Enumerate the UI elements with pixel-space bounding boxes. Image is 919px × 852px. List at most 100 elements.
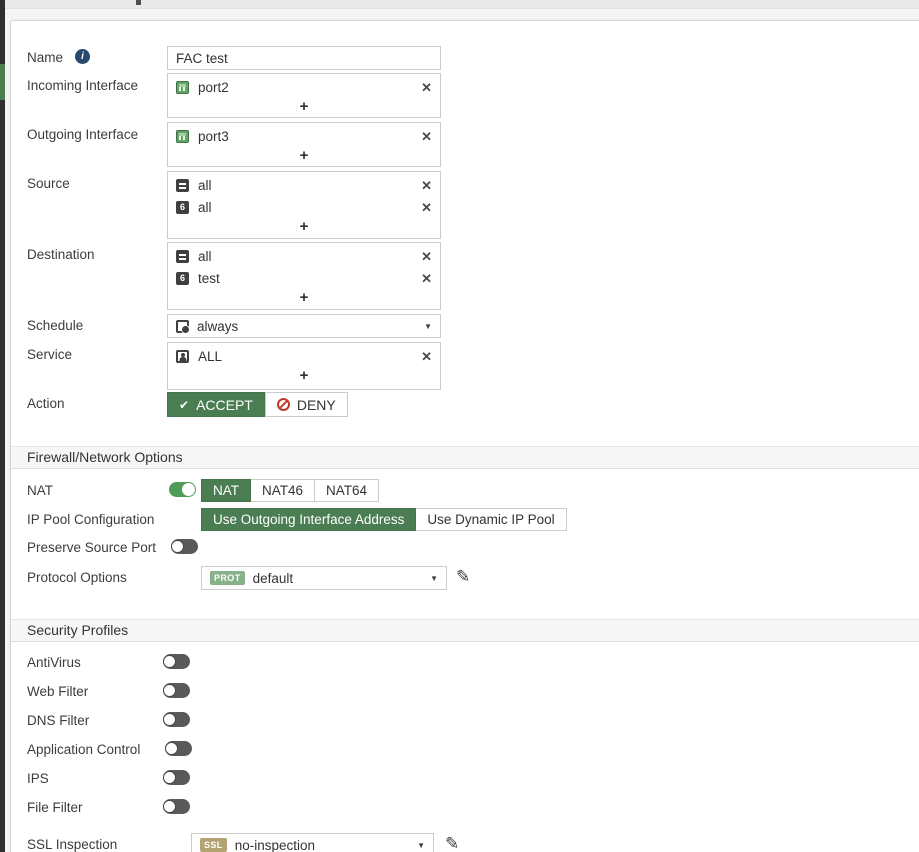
protocol-options-label: Protocol Options <box>27 570 127 585</box>
entry-label: test <box>198 270 220 286</box>
destination-entry: 6 test ✕ <box>168 267 440 289</box>
destination-entry: all ✕ <box>168 245 440 267</box>
remove-icon[interactable]: ✕ <box>421 250 432 263</box>
accept-label: ACCEPT <box>196 396 253 413</box>
edit-pencil-icon[interactable]: ✎ <box>456 568 470 585</box>
sidebar-edge <box>0 0 5 852</box>
web-filter-toggle[interactable] <box>163 683 190 698</box>
add-entry-button[interactable]: + <box>168 289 440 308</box>
nat-mode-group: NAT NAT46 NAT64 <box>201 479 380 502</box>
ipv6-address-icon: 6 <box>176 271 189 285</box>
schedule-label: Schedule <box>27 318 84 333</box>
destination-box: all ✕ 6 test ✕ + <box>167 242 441 310</box>
protocol-options-value: default <box>252 570 294 586</box>
toggle-knob <box>165 742 178 755</box>
add-entry-button[interactable]: + <box>168 98 440 117</box>
toggle-knob <box>163 655 176 668</box>
chevron-down-icon: ▼ <box>417 840 425 850</box>
service-entry: ALL ✕ <box>168 345 440 367</box>
ssl-badge: SSL <box>200 838 227 852</box>
accept-button[interactable]: ✔ ACCEPT <box>167 392 265 417</box>
remove-icon[interactable]: ✕ <box>421 130 432 143</box>
incoming-interface-label: Incoming Interface <box>27 78 139 93</box>
web-filter-label: Web Filter <box>27 684 89 699</box>
deny-icon <box>276 398 290 411</box>
header-artifact <box>136 0 141 5</box>
outgoing-interface-box: port3 ✕ + <box>167 122 441 167</box>
antivirus-toggle[interactable] <box>163 654 190 669</box>
file-filter-toggle[interactable] <box>163 799 190 814</box>
nat-toggle[interactable] <box>169 482 196 497</box>
edit-pencil-icon[interactable]: ✎ <box>445 835 459 852</box>
antivirus-label: AntiVirus <box>27 655 81 670</box>
outgoing-interface-label: Outgoing Interface <box>27 127 139 142</box>
security-profiles-header: Security Profiles <box>11 619 919 642</box>
toggle-knob <box>163 771 176 784</box>
toggle-knob <box>182 483 195 496</box>
sidebar-active-item[interactable] <box>0 64 5 100</box>
remove-icon[interactable]: ✕ <box>421 272 432 285</box>
ipv4-address-icon <box>176 178 189 192</box>
add-entry-button[interactable]: + <box>168 218 440 237</box>
source-box: all ✕ 6 all ✕ + <box>167 171 441 239</box>
nat64-option[interactable]: NAT64 <box>314 479 380 502</box>
firewall-network-options-header: Firewall/Network Options <box>11 446 919 469</box>
policy-edit-panel: Name i Incoming Interface port2 ✕ + Outg… <box>10 20 919 852</box>
file-filter-label: File Filter <box>27 800 83 815</box>
dns-filter-label: DNS Filter <box>27 713 90 728</box>
dns-filter-toggle[interactable] <box>163 712 190 727</box>
toggle-knob <box>163 800 176 813</box>
ssl-inspection-dropdown[interactable]: SSL no-inspection ▼ <box>191 833 434 852</box>
remove-icon[interactable]: ✕ <box>421 179 432 192</box>
entry-label: all <box>198 177 212 193</box>
ips-toggle[interactable] <box>163 770 190 785</box>
incoming-interface-entry: port2 ✕ <box>168 76 440 98</box>
use-outgoing-interface-address-option[interactable]: Use Outgoing Interface Address <box>201 508 417 531</box>
toggle-knob <box>163 684 176 697</box>
ssl-inspection-value: no-inspection <box>234 837 316 852</box>
protocol-options-dropdown[interactable]: PROT default ▼ <box>201 566 447 590</box>
entry-label: all <box>198 199 212 215</box>
entry-label: port3 <box>198 128 229 144</box>
service-box: ALL ✕ + <box>167 342 441 390</box>
schedule-value: always <box>197 318 239 334</box>
destination-label: Destination <box>27 247 95 262</box>
preserve-source-port-toggle[interactable] <box>171 539 198 554</box>
outgoing-interface-entry: port3 ✕ <box>168 125 440 147</box>
schedule-icon <box>176 319 189 333</box>
remove-icon[interactable]: ✕ <box>421 201 432 214</box>
entry-label: ALL <box>198 348 223 364</box>
ip-pool-configuration-label: IP Pool Configuration <box>27 512 155 527</box>
action-label: Action <box>27 396 65 411</box>
preserve-source-port-label: Preserve Source Port <box>27 540 157 555</box>
add-entry-button[interactable]: + <box>168 147 440 166</box>
ssl-inspection-label: SSL Inspection <box>27 837 118 852</box>
remove-icon[interactable]: ✕ <box>421 350 432 363</box>
deny-label: DENY <box>296 396 336 413</box>
source-entry: 6 all ✕ <box>168 196 440 218</box>
nat-option[interactable]: NAT <box>201 479 251 502</box>
incoming-interface-box: port2 ✕ + <box>167 73 441 118</box>
name-input[interactable] <box>167 46 441 70</box>
info-glyph: i <box>81 51 84 62</box>
application-control-toggle[interactable] <box>165 741 192 756</box>
add-entry-button[interactable]: + <box>168 367 440 386</box>
ipv4-address-icon <box>176 249 189 263</box>
toggle-knob <box>171 540 184 553</box>
chevron-down-icon: ▼ <box>430 573 438 583</box>
nat46-option[interactable]: NAT46 <box>250 479 316 502</box>
deny-button[interactable]: DENY <box>264 392 348 417</box>
remove-icon[interactable]: ✕ <box>421 81 432 94</box>
name-label: Name <box>27 50 64 65</box>
schedule-dropdown[interactable]: always ▼ <box>167 314 441 338</box>
policy-edit-screen: Name i Incoming Interface port2 ✕ + Outg… <box>0 0 919 852</box>
service-label: Service <box>27 347 73 362</box>
use-dynamic-ip-pool-option[interactable]: Use Dynamic IP Pool <box>415 508 567 531</box>
info-icon: i <box>75 49 90 64</box>
ip-pool-group: Use Outgoing Interface Address Use Dynam… <box>201 508 567 531</box>
service-all-icon <box>176 349 189 363</box>
entry-label: all <box>198 248 212 264</box>
source-label: Source <box>27 176 70 191</box>
ipv6-address-icon: 6 <box>176 200 189 214</box>
source-entry: all ✕ <box>168 174 440 196</box>
